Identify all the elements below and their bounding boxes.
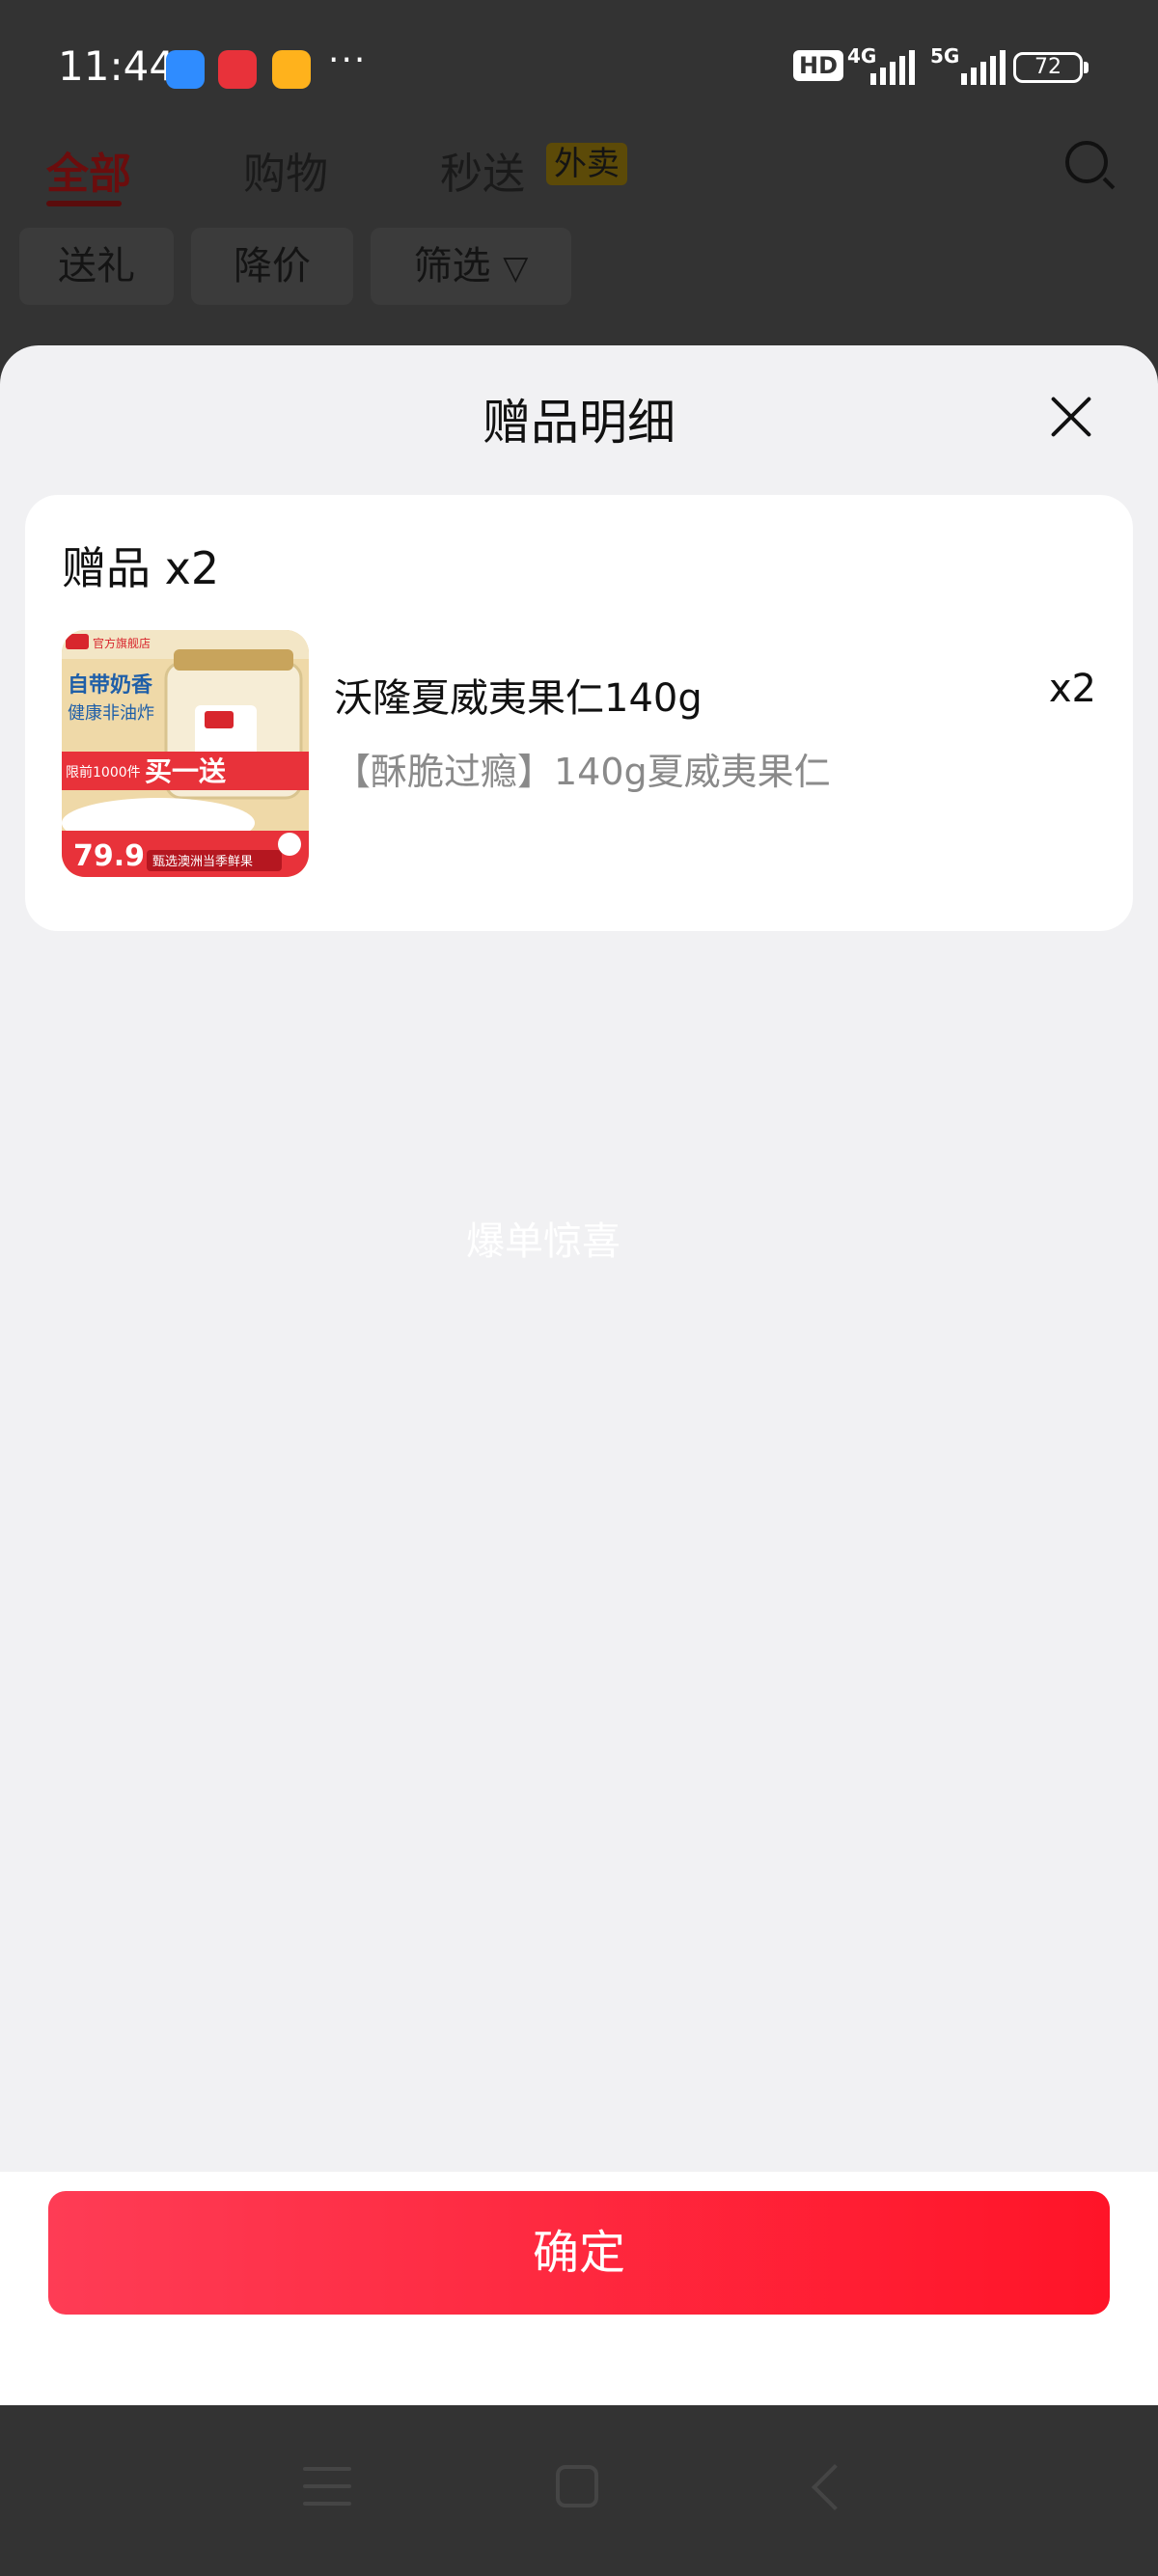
hd-icon: HD (793, 50, 844, 81)
gift-card: 赠品 x2 官方旗舰店 自带奶香 健康非油炸 限前1000件 买一送 79.9 (25, 495, 1133, 931)
clock: 11:44 (58, 42, 176, 90)
tab-active-indicator (46, 201, 122, 206)
product-image-graphic: 官方旗舰店 自带奶香 健康非油炸 限前1000件 买一送 79.9 甄选澳洲当季… (62, 630, 309, 877)
sim1-signal-icon (870, 50, 915, 85)
funnel-icon: ▽ (503, 249, 529, 288)
product-quantity: x2 (1048, 667, 1096, 711)
tab-shopping[interactable]: 购物 (243, 139, 328, 201)
shopping-app-icon (218, 50, 257, 89)
more-notifications-icon: ··· (328, 41, 368, 80)
watermark-text: 爆单惊喜 (466, 1219, 620, 1264)
battery-cap (1084, 62, 1089, 73)
sim2-network-label: 5G (930, 44, 960, 68)
filter-chip-filter[interactable]: 筛选 ▽ (371, 228, 571, 305)
product-spec: 【酥脆过瘾】140g夏威夷果仁 (334, 751, 831, 793)
promo-bottom-text: 甄选澳洲当季鲜果 (152, 854, 253, 869)
promo-price: 79.9 (73, 839, 145, 873)
sheet-title: 赠品明细 (482, 395, 676, 451)
battery-icon: 72 (1013, 52, 1083, 83)
promo-main: 买一送 (145, 755, 226, 787)
product-name: 沃隆夏威夷果仁140g (334, 676, 703, 721)
filter-chip-price-drop[interactable]: 降价 (191, 228, 353, 305)
status-bar: 11:44 ··· HD 4G 5G 72 (0, 0, 1158, 135)
takeout-badge: 外卖 (546, 143, 627, 185)
notes-app-icon (272, 50, 311, 89)
messages-app-icon (166, 50, 205, 89)
filter-chip-gift[interactable]: 送礼 (19, 228, 174, 305)
back-icon[interactable] (811, 2463, 859, 2511)
sheet-footer: 确定 (0, 2172, 1158, 2405)
recent-apps-icon[interactable] (303, 2467, 351, 2506)
gift-count-header: 赠品 x2 (62, 542, 220, 594)
system-nav-bar (0, 2405, 1158, 2576)
search-icon[interactable] (1065, 141, 1108, 183)
tab-instant[interactable]: 秒送 (440, 139, 525, 201)
home-icon[interactable] (556, 2465, 598, 2507)
confirm-button[interactable]: 确定 (48, 2191, 1110, 2315)
slogan-2: 健康非油炸 (68, 703, 154, 724)
tab-all[interactable]: 全部 (46, 139, 131, 201)
slogan-1: 自带奶香 (68, 672, 152, 698)
filter-chip-label: 筛选 (413, 244, 491, 288)
close-icon[interactable] (1048, 394, 1094, 440)
gift-detail-sheet: 赠品明细 赠品 x2 官方旗舰店 自带奶香 健康非油炸 限前1000件 买一送 (0, 345, 1158, 2405)
store-tag: 官方旗舰店 (93, 636, 151, 650)
product-image[interactable]: 官方旗舰店 自带奶香 健康非油炸 限前1000件 买一送 79.9 甄选澳洲当季… (62, 630, 309, 877)
promo-left: 限前1000件 (66, 764, 141, 781)
sim2-signal-icon (961, 50, 1006, 85)
